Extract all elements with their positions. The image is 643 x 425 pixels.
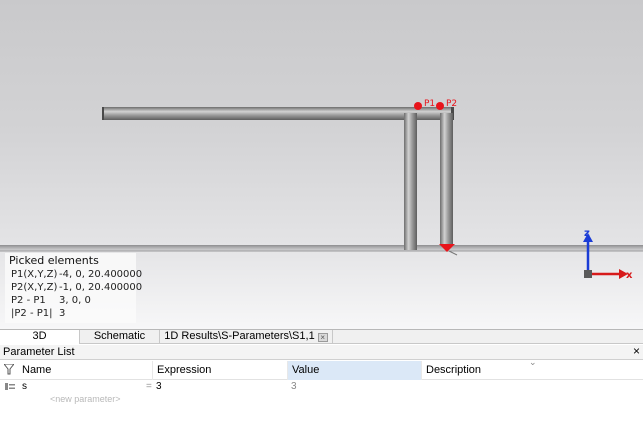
param-name[interactable]: s — [22, 380, 27, 393]
horizontal-wire[interactable] — [103, 107, 453, 120]
picked-elements-panel: Picked elements P1(X,Y,Z) -4, 0, 20.4000… — [5, 253, 142, 323]
tab-schematic[interactable]: Schematic — [80, 330, 160, 344]
new-parameter-placeholder[interactable]: <new parameter> — [50, 394, 121, 404]
column-expression[interactable]: Expression — [153, 361, 288, 380]
z-axis-label: z — [584, 228, 590, 239]
p2-label: P2 — [446, 99, 457, 109]
picked-elements-title: Picked elements — [9, 254, 99, 267]
param-equals: = — [146, 381, 152, 392]
param-value: 3 — [291, 381, 297, 392]
tab-3d[interactable]: 3D — [0, 330, 80, 344]
parameter-list-title: Parameter List — [3, 346, 75, 358]
parameter-row-icon — [5, 383, 15, 390]
sort-arrow-icon: ⌄ — [529, 357, 537, 367]
x-axis-label: x — [626, 270, 633, 281]
close-tab-icon[interactable]: × — [317, 333, 328, 342]
tab-1d-results-s11[interactable]: 1D Results\S-Parameters\S1,1 × — [160, 330, 333, 344]
filter-icon[interactable] — [4, 364, 14, 375]
view-tab-bar: 3D Schematic 1D Results\S-Parameters\S1,… — [0, 329, 643, 344]
column-value[interactable]: Value — [288, 361, 422, 380]
parameter-grid-header: Name Expression Value Description ⌄ — [0, 357, 643, 380]
p1-label: P1 — [424, 99, 435, 109]
column-name[interactable]: Name — [18, 361, 153, 380]
ground-plane — [0, 245, 643, 251]
table-row[interactable]: s = 3 3 — [0, 380, 643, 393]
vertical-wire-left[interactable] — [404, 113, 417, 250]
p2-point[interactable] — [436, 102, 444, 110]
p1-point[interactable] — [414, 102, 422, 110]
3d-viewport[interactable]: P1 P2 Picked elements P1(X,Y,Z) -4, 0, 2… — [0, 0, 643, 329]
vertical-wire-right[interactable] — [440, 113, 453, 245]
parameter-list-header: Parameter List × — [0, 344, 643, 360]
close-panel-icon[interactable]: × — [633, 344, 640, 358]
axis-triad: z x — [583, 228, 633, 281]
param-expression[interactable]: 3 — [156, 380, 162, 393]
